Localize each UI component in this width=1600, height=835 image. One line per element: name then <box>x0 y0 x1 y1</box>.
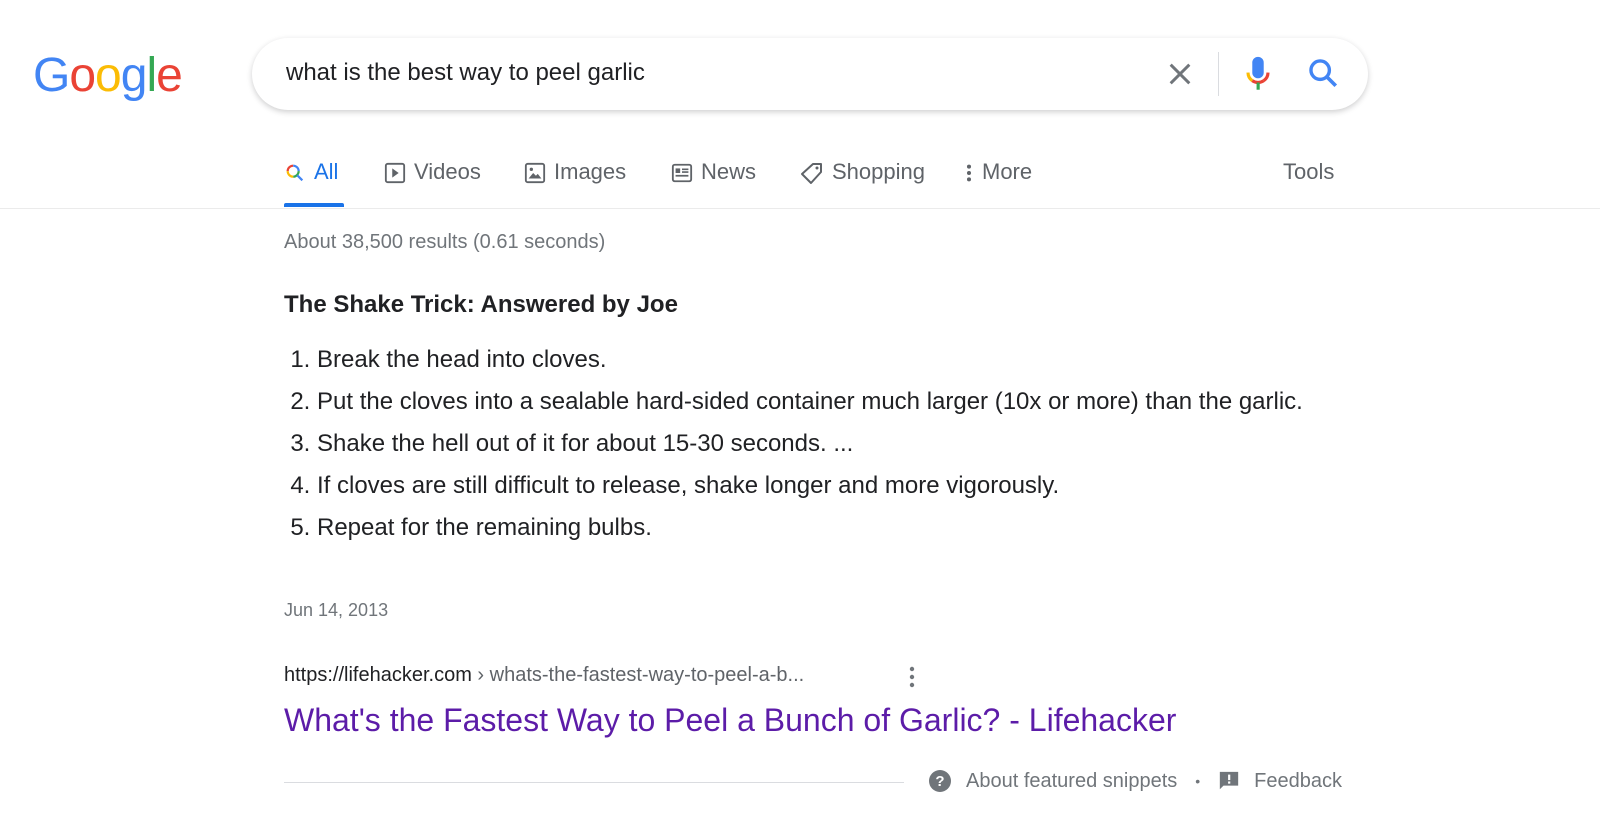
microphone-icon[interactable] <box>1240 54 1276 94</box>
result-path: › whats-the-fastest-way-to-peel-a-b... <box>471 664 805 686</box>
logo-letter: l <box>146 49 157 102</box>
header-divider <box>0 208 1600 209</box>
result-domain: https://lifehacker.com <box>284 664 472 686</box>
snippet-step: Put the cloves into a sealable hard-side… <box>317 384 1357 420</box>
snippet-steps: Break the head into cloves. Put the clov… <box>284 342 1357 552</box>
snippet-step: If cloves are still difficult to release… <box>317 468 1357 504</box>
tab-shopping[interactable]: Shopping <box>800 152 925 208</box>
snippet-step: Repeat for the remaining bulbs. <box>317 510 1357 546</box>
search-box: what is the best way to peel garlic <box>252 38 1368 110</box>
tab-label: All <box>314 159 339 184</box>
search-icon <box>286 164 304 182</box>
result-url[interactable]: https://lifehacker.com › whats-the-faste… <box>284 664 804 687</box>
footer-divider <box>284 782 904 783</box>
tab-label: Videos <box>414 159 481 184</box>
clear-icon[interactable] <box>1164 58 1196 90</box>
about-featured-snippets-link[interactable]: ? About featured snippets <box>928 769 1177 793</box>
tab-news[interactable]: News <box>671 152 756 208</box>
logo-letter: g <box>120 49 148 102</box>
tag-icon <box>801 163 822 184</box>
more-vert-icon <box>966 164 972 182</box>
snippet-title: The Shake Trick: Answered by Joe <box>284 291 678 318</box>
tab-all[interactable]: All <box>284 152 344 208</box>
more-options-icon[interactable] <box>900 664 924 690</box>
footer-separator: • <box>1195 773 1201 789</box>
tab-label: Images <box>554 159 627 184</box>
result-stats: About 38,500 results (0.61 seconds) <box>284 231 606 253</box>
image-icon <box>524 162 546 184</box>
feedback-label: Feedback <box>1254 769 1343 792</box>
svg-text:?: ? <box>935 773 944 790</box>
search-input[interactable]: what is the best way to peel garlic <box>286 59 645 87</box>
video-icon <box>384 162 406 184</box>
logo-letter: G <box>33 49 70 102</box>
tools-label: Tools <box>1283 159 1335 184</box>
tab-images[interactable]: Images <box>524 152 626 208</box>
search-icon[interactable] <box>1306 56 1340 90</box>
tab-label: More <box>982 159 1033 184</box>
active-tab-indicator <box>284 203 344 207</box>
tab-label: Shopping <box>832 159 925 184</box>
logo-letter: e <box>156 49 183 102</box>
feedback-link[interactable]: Feedback <box>1218 770 1342 793</box>
snippet-footer: ? About featured snippets • Feedback <box>928 769 1342 793</box>
search-divider <box>1218 52 1219 96</box>
tab-more[interactable]: More <box>964 152 1032 208</box>
snippet-step: Shake the hell out of it for about 15-30… <box>317 426 1357 462</box>
news-icon <box>671 163 693 183</box>
help-icon: ? <box>929 770 951 792</box>
snippet-step: Break the head into cloves. <box>317 342 1357 378</box>
tab-videos[interactable]: Videos <box>384 152 481 208</box>
tools-button[interactable]: Tools <box>1283 152 1334 208</box>
logo-letter: o <box>95 49 122 102</box>
feedback-icon <box>1220 771 1239 790</box>
about-label: About featured snippets <box>966 769 1178 792</box>
logo-letter: o <box>69 49 96 102</box>
google-logo[interactable]: Google <box>33 48 183 103</box>
snippet-date: Jun 14, 2013 <box>284 600 389 620</box>
result-title-link[interactable]: What's the Fastest Way to Peel a Bunch o… <box>284 702 1176 739</box>
tab-label: News <box>701 159 757 184</box>
